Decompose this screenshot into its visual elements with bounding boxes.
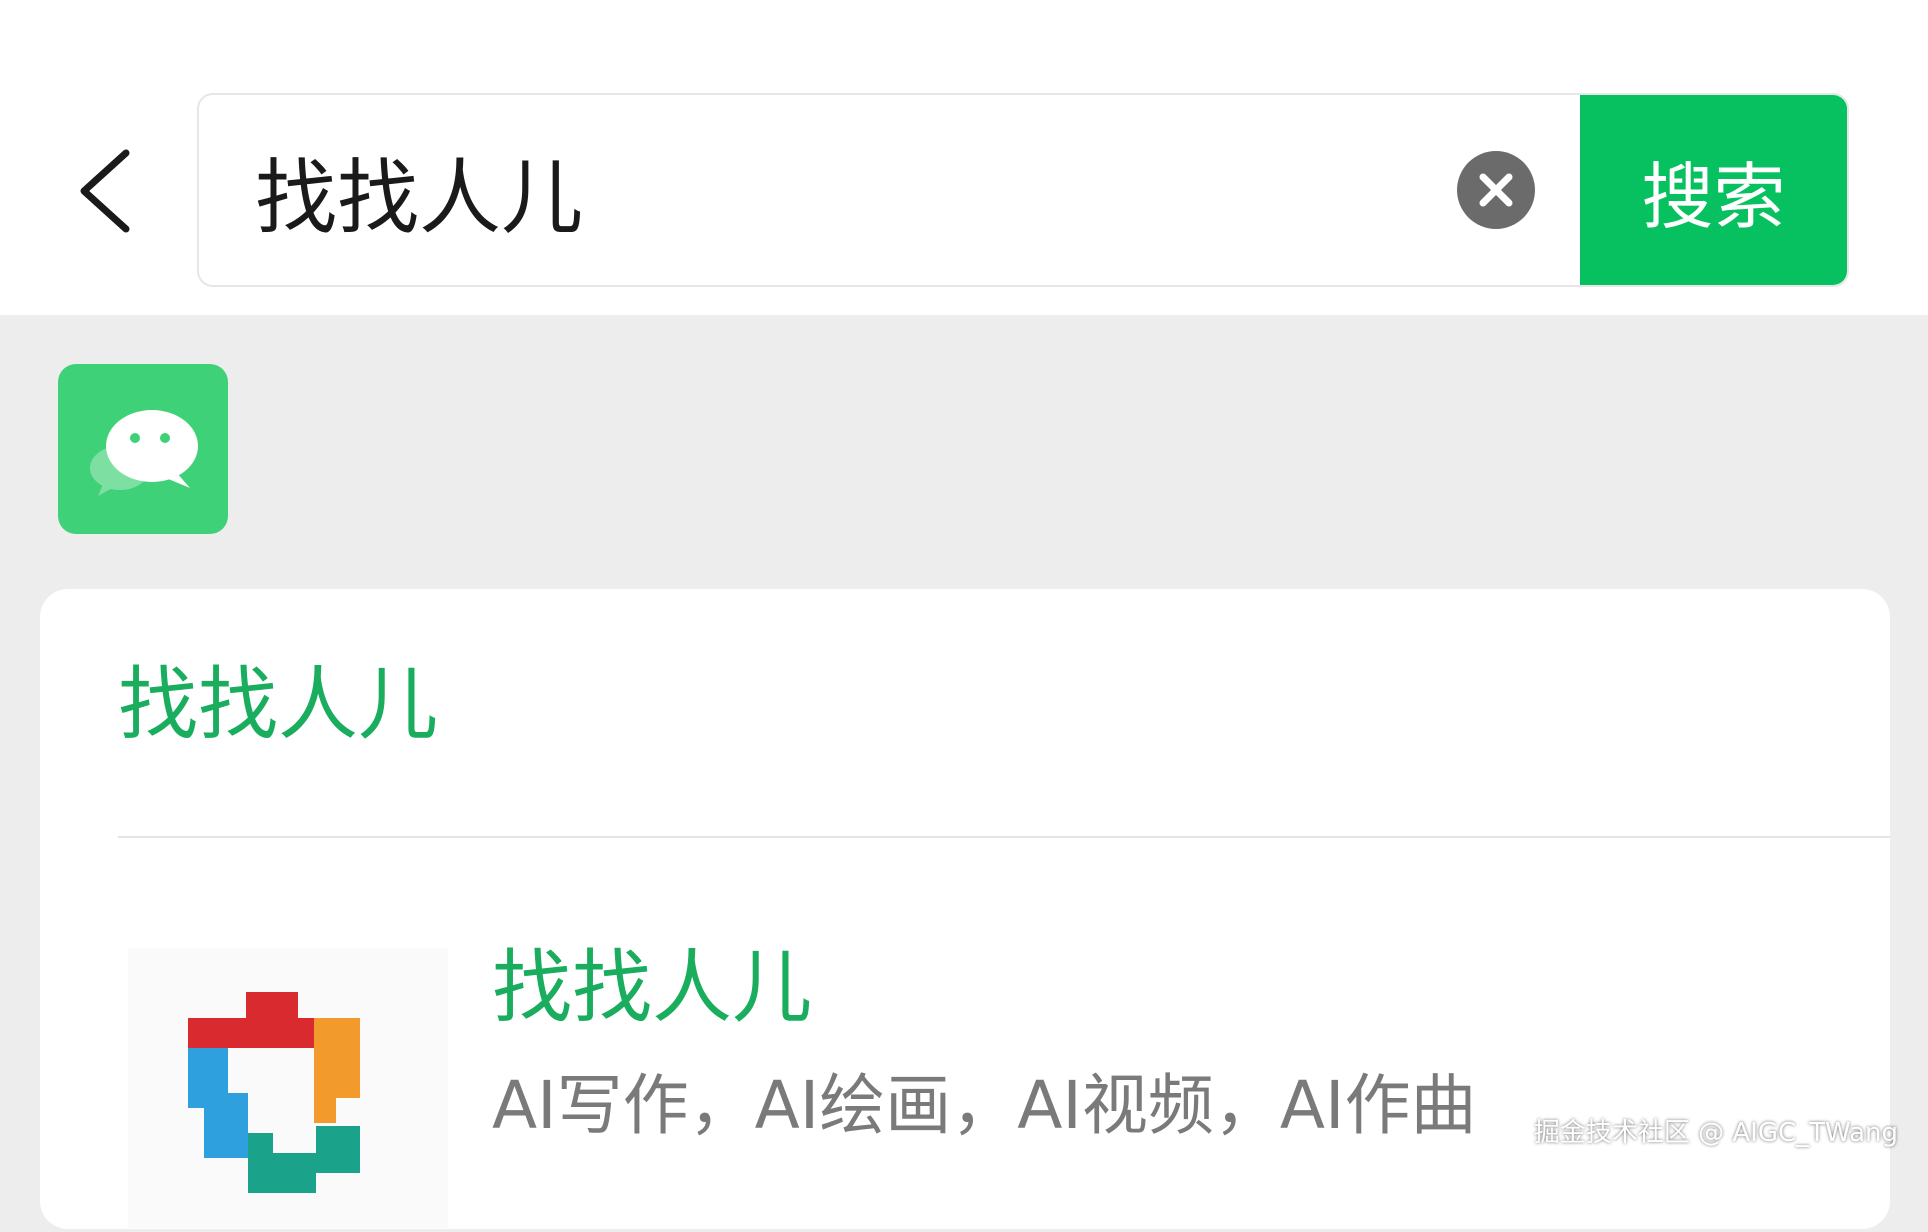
search-header: 搜索 <box>0 0 1928 315</box>
result-title: 找找人儿 <box>492 941 812 1034</box>
wechat-app-tile[interactable] <box>58 364 228 534</box>
search-input[interactable] <box>255 95 1435 285</box>
clear-button[interactable] <box>1457 151 1535 229</box>
app-logo-icon <box>128 948 448 1228</box>
watermark: 掘金技术社区 @ AIGC_TWang <box>1533 1118 1898 1148</box>
wechat-icon <box>90 410 198 496</box>
back-button[interactable] <box>62 135 152 245</box>
result-section-title[interactable]: 找找人儿 <box>118 665 438 745</box>
chevron-left-icon <box>80 149 130 233</box>
mini-program-result[interactable]: 找找人儿 AI写作，AI绘画，AI视频，AI作曲 <box>40 838 1890 1229</box>
search-button[interactable]: 搜索 <box>1580 95 1847 285</box>
result-description: AI写作，AI绘画，AI视频，AI作曲 <box>492 1067 1477 1144</box>
app-logo <box>128 948 448 1228</box>
search-bar: 搜索 <box>197 93 1849 287</box>
clear-icon <box>1479 173 1513 207</box>
